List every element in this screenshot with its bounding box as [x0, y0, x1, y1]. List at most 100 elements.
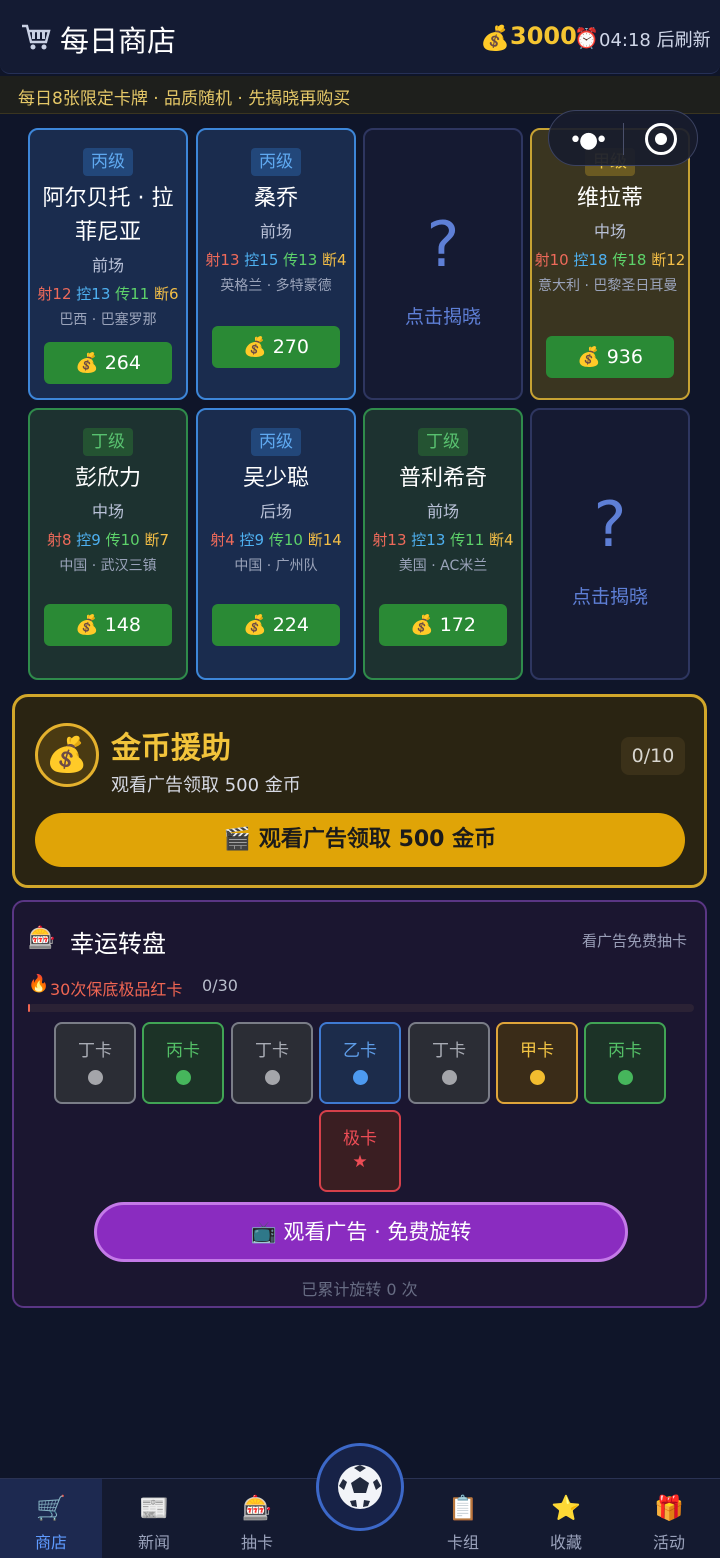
- question-mark-icon: ?: [593, 488, 627, 561]
- nav-item-deck[interactable]: 📋 卡组: [412, 1479, 514, 1558]
- nav-item-news[interactable]: 📰 新闻: [103, 1479, 205, 1558]
- stat-control: 控13: [76, 285, 111, 303]
- money-bag-icon: 💰: [480, 24, 510, 52]
- nav-label: 新闻: [137, 1533, 170, 1552]
- nav-item-events[interactable]: 🎁 活动: [618, 1479, 720, 1558]
- stat-control: 控9: [76, 531, 101, 549]
- lucky-wheel-panel: 🎰 幸运转盘 看广告免费抽卡 🔥 30次保底极品红卡 0/30 丁卡 丙卡 丁卡 乙卡…: [12, 900, 707, 1308]
- stat-control: 控15: [244, 251, 279, 269]
- stat-tackle: 断14: [307, 531, 342, 549]
- price-value: 264: [104, 352, 141, 374]
- slot-label: 丙卡: [166, 1041, 200, 1061]
- player-position: 前场: [91, 256, 124, 275]
- stat-tackle: 断7: [144, 531, 170, 549]
- watch-ad-coins-button[interactable]: 🎬 观看广告领取 500 金币: [35, 813, 685, 867]
- nav-label: 卡组: [446, 1533, 479, 1552]
- nav-item-play[interactable]: [316, 1443, 404, 1531]
- miniprogram-capsule: •●•: [548, 110, 698, 166]
- nav-item-draw[interactable]: 🎰 抽卡: [206, 1479, 308, 1558]
- wheel-slot: 丁卡: [408, 1022, 490, 1104]
- fire-icon: 🔥: [28, 974, 50, 994]
- stat-pass: 传10: [105, 531, 140, 549]
- stat-shoot: 射4: [210, 531, 235, 549]
- slot-label: 丙卡: [608, 1041, 642, 1061]
- newspaper-icon: 📰: [139, 1494, 169, 1522]
- free-spin-label: 观看广告 · 免费旋转: [283, 1220, 472, 1244]
- tier-dot-icon: [617, 1070, 633, 1085]
- assist-count-badge: 0/10: [621, 737, 685, 775]
- money-bag-icon: 💰: [243, 336, 273, 358]
- player-name: 吴少聪: [242, 466, 309, 491]
- info-banner-text: 每日8张限定卡牌 · 品质随机 · 先揭晓再购买: [18, 89, 351, 109]
- player-card[interactable]: 丁级 普利希奇 前场 射13 控13 传11 断4 美国 · AC米兰 💰 172: [363, 408, 523, 680]
- hidden-card[interactable]: ? 点击揭晓: [363, 128, 523, 400]
- tier-dot-icon: [264, 1070, 280, 1085]
- grade-badge: 丙级: [251, 428, 301, 456]
- watch-ad-coins-label: 观看广告领取 500 金币: [258, 827, 497, 852]
- player-stats: 射12 控13 传11 断6: [30, 284, 186, 304]
- hidden-card[interactable]: ? 点击揭晓: [530, 408, 690, 680]
- player-card[interactable]: 丙级 桑乔 前场 射13 控15 传13 断4 英格兰 · 多特蒙德 💰 270: [196, 128, 356, 400]
- player-position: 中场: [91, 502, 124, 521]
- guarantee-progress-fill: [28, 1004, 30, 1012]
- player-card[interactable]: 甲级维拉蒂中场射10 控18 传18 断12意大利 · 巴黎圣日耳曼💰 936: [530, 128, 690, 400]
- nav-item-collection[interactable]: ⭐ 收藏: [515, 1479, 617, 1558]
- stat-control: 控13: [411, 531, 446, 549]
- player-stats: 射4 控9 传10 断14: [198, 530, 354, 550]
- wheel-slot: 丙卡: [142, 1022, 224, 1104]
- player-position: 前场: [426, 502, 459, 521]
- grade-badge: 丙级: [251, 148, 301, 176]
- slot-label: 丁卡: [432, 1041, 466, 1061]
- free-spin-button[interactable]: 📺 观看广告 · 免费旋转: [94, 1202, 628, 1262]
- guarantee-progress-bar: [28, 1004, 694, 1012]
- stat-control: 控18: [573, 251, 608, 269]
- close-miniprogram-icon[interactable]: [645, 123, 677, 155]
- buy-button[interactable]: 💰 148: [44, 604, 172, 646]
- grade-badge: 丙级: [83, 148, 133, 176]
- assist-subtitle: 观看广告领取 500 金币: [111, 775, 301, 796]
- player-card[interactable]: 丙级 阿尔贝托 · 拉菲尼亚 前场 射12 控13 传11 断6 巴西 · 巴塞罗那 💰 …: [28, 128, 188, 400]
- tier-dot-icon: [87, 1070, 103, 1085]
- stat-pass: 传13: [283, 251, 318, 269]
- buy-button[interactable]: 💰 172: [379, 604, 507, 646]
- top-header: 每日商店 💰 3000 ⏰ 04:18 后刷新: [0, 0, 720, 74]
- clipboard-icon: 📋: [448, 1494, 478, 1522]
- nav-label: 活动: [652, 1533, 685, 1552]
- cart-icon: 🛒: [36, 1494, 66, 1522]
- player-name: 桑乔: [253, 186, 298, 211]
- buy-button[interactable]: 💰 224: [212, 604, 340, 646]
- player-name: 普利希奇: [398, 466, 487, 491]
- alarm-clock-icon: ⏰: [574, 26, 599, 50]
- money-bag-icon: 💰: [577, 346, 607, 368]
- player-name: 阿尔贝托 · 拉菲尼亚: [42, 186, 174, 245]
- nav-label: 商店: [34, 1533, 67, 1552]
- buy-button[interactable]: 💰 270: [212, 326, 340, 368]
- tv-icon: 📺: [250, 1220, 277, 1244]
- money-bag-icon: 💰: [75, 352, 105, 374]
- player-origin: 中国 · 广州队: [234, 558, 318, 574]
- tier-dot-icon: [175, 1070, 191, 1085]
- stat-tackle: 断4: [489, 531, 514, 549]
- stat-pass: 传18: [612, 251, 647, 269]
- wheel-slot: 丁卡: [54, 1022, 136, 1104]
- star-icon: ⭐: [551, 1494, 581, 1522]
- tier-dot-icon: [352, 1070, 368, 1085]
- money-bag-icon: 💰: [75, 614, 105, 636]
- buy-button[interactable]: 💰 936: [546, 336, 674, 378]
- player-stats: 射10 控18 传18 断12: [532, 250, 688, 270]
- more-icon[interactable]: •●•: [569, 128, 608, 153]
- nav-item-shop[interactable]: 🛒 商店: [0, 1479, 102, 1558]
- stat-shoot: 射12: [37, 285, 72, 303]
- wheel-title: 幸运转盘: [70, 930, 166, 958]
- player-stats: 射13 控15 传13 断4: [198, 250, 354, 270]
- stat-shoot: 射8: [46, 531, 72, 549]
- wheel-slot: 丙卡: [584, 1022, 666, 1104]
- price-value: 148: [104, 614, 141, 636]
- player-card[interactable]: 丙级 吴少聪 后场 射4 控9 传10 断14 中国 · 广州队 💰 224: [196, 408, 356, 680]
- wheel-slot: 甲卡: [496, 1022, 578, 1104]
- slot-label: 丁卡: [255, 1041, 289, 1061]
- player-card[interactable]: 丁级 彭欣力 中场 射8 控9 传10 断7 中国 · 武汉三镇 💰 148: [28, 408, 188, 680]
- buy-button[interactable]: 💰 264: [44, 342, 172, 384]
- wheel-slot: 极卡 ★: [319, 1110, 401, 1192]
- bottom-nav: 🛒 商店 📰 新闻 🎰 抽卡 📋 卡组 ⭐ 收藏 🎁 活动: [0, 1443, 720, 1558]
